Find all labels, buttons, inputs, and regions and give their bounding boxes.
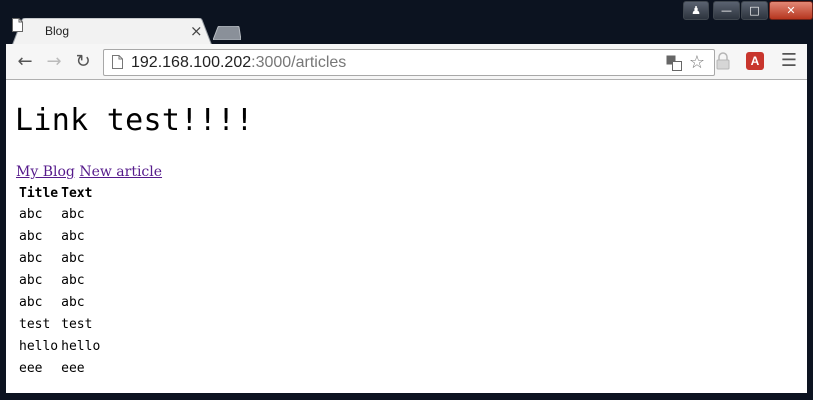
tab-strip: Blog × ♟ — □ ✕ — [0, 0, 813, 46]
close-icon[interactable]: × — [190, 22, 203, 40]
cell-title: abc — [19, 294, 43, 310]
new-tab-button[interactable] — [213, 26, 241, 40]
minimize-icon[interactable]: — — [713, 1, 740, 20]
page-icon — [12, 18, 23, 32]
cell-text: abc — [61, 250, 85, 266]
page-viewport: Link test!!!! My Blog New article Title … — [6, 80, 807, 393]
table-row: abc abc — [19, 204, 100, 224]
acrobat-icon[interactable]: A — [746, 52, 764, 70]
cell-title: abc — [19, 250, 43, 266]
nav-links: My Blog New article — [16, 163, 162, 181]
lock-extension-icon[interactable] — [712, 50, 734, 72]
tab-title: Blog — [45, 24, 70, 38]
reload-icon[interactable]: ↻ — [72, 51, 94, 73]
star-icon[interactable]: ☆ — [687, 53, 707, 73]
forward-arrow-icon[interactable]: → — [43, 51, 65, 73]
cell-title: test — [19, 316, 51, 332]
cell-text: hello — [61, 338, 101, 354]
url-path: :3000/articles — [251, 54, 347, 71]
browser-window: Blog × ♟ — □ ✕ ← → ↻ 192.168.100.202:300… — [0, 0, 813, 400]
translate-icon[interactable] — [664, 53, 684, 73]
back-arrow-icon[interactable]: ← — [14, 51, 36, 73]
table-row: abc abc — [19, 248, 100, 268]
url-host: 192.168.100.202 — [131, 54, 252, 71]
table-row: hello hello — [19, 336, 100, 356]
table-row: eee eee — [19, 358, 100, 378]
table-row: abc abc — [19, 270, 100, 290]
cell-text: abc — [61, 228, 85, 244]
maximize-icon[interactable]: □ — [741, 1, 768, 20]
window-close-icon[interactable]: ✕ — [769, 1, 813, 20]
tab-shape — [12, 18, 212, 46]
new-article-link[interactable]: New article — [79, 164, 162, 180]
tab-blog[interactable]: Blog × — [12, 18, 212, 46]
cell-text: abc — [61, 294, 85, 310]
menu-icon[interactable]: ☰ — [778, 50, 800, 72]
page-icon — [112, 55, 123, 69]
page-heading: Link test!!!! — [15, 103, 254, 138]
cell-title: eee — [19, 360, 43, 376]
table-row: abc abc — [19, 226, 100, 246]
cell-text: abc — [61, 272, 85, 288]
cell-title: abc — [19, 272, 43, 288]
articles-table: Title Text abc abc abc abc abc abc abc abc a… — [16, 182, 103, 380]
table-header-row: Title Text — [19, 184, 100, 202]
user-icon[interactable]: ♟ — [683, 1, 709, 20]
url-text[interactable]: 192.168.100.202:3000/articles — [131, 53, 346, 73]
address-bar[interactable]: 192.168.100.202:3000/articles ☆ — [103, 49, 715, 76]
my-blog-link[interactable]: My Blog — [16, 164, 75, 180]
cell-text: abc — [61, 206, 85, 222]
cell-title: abc — [19, 228, 43, 244]
cell-title: hello — [19, 338, 59, 354]
column-header-title: Title — [19, 185, 59, 201]
toolbar: ← → ↻ 192.168.100.202:3000/articles ☆ A … — [6, 44, 807, 80]
column-header-text: Text — [61, 185, 93, 201]
cell-title: abc — [19, 206, 43, 222]
table-row: abc abc — [19, 292, 100, 312]
table-row: test test — [19, 314, 100, 334]
cell-text: eee — [61, 360, 85, 376]
cell-text: test — [61, 316, 93, 332]
